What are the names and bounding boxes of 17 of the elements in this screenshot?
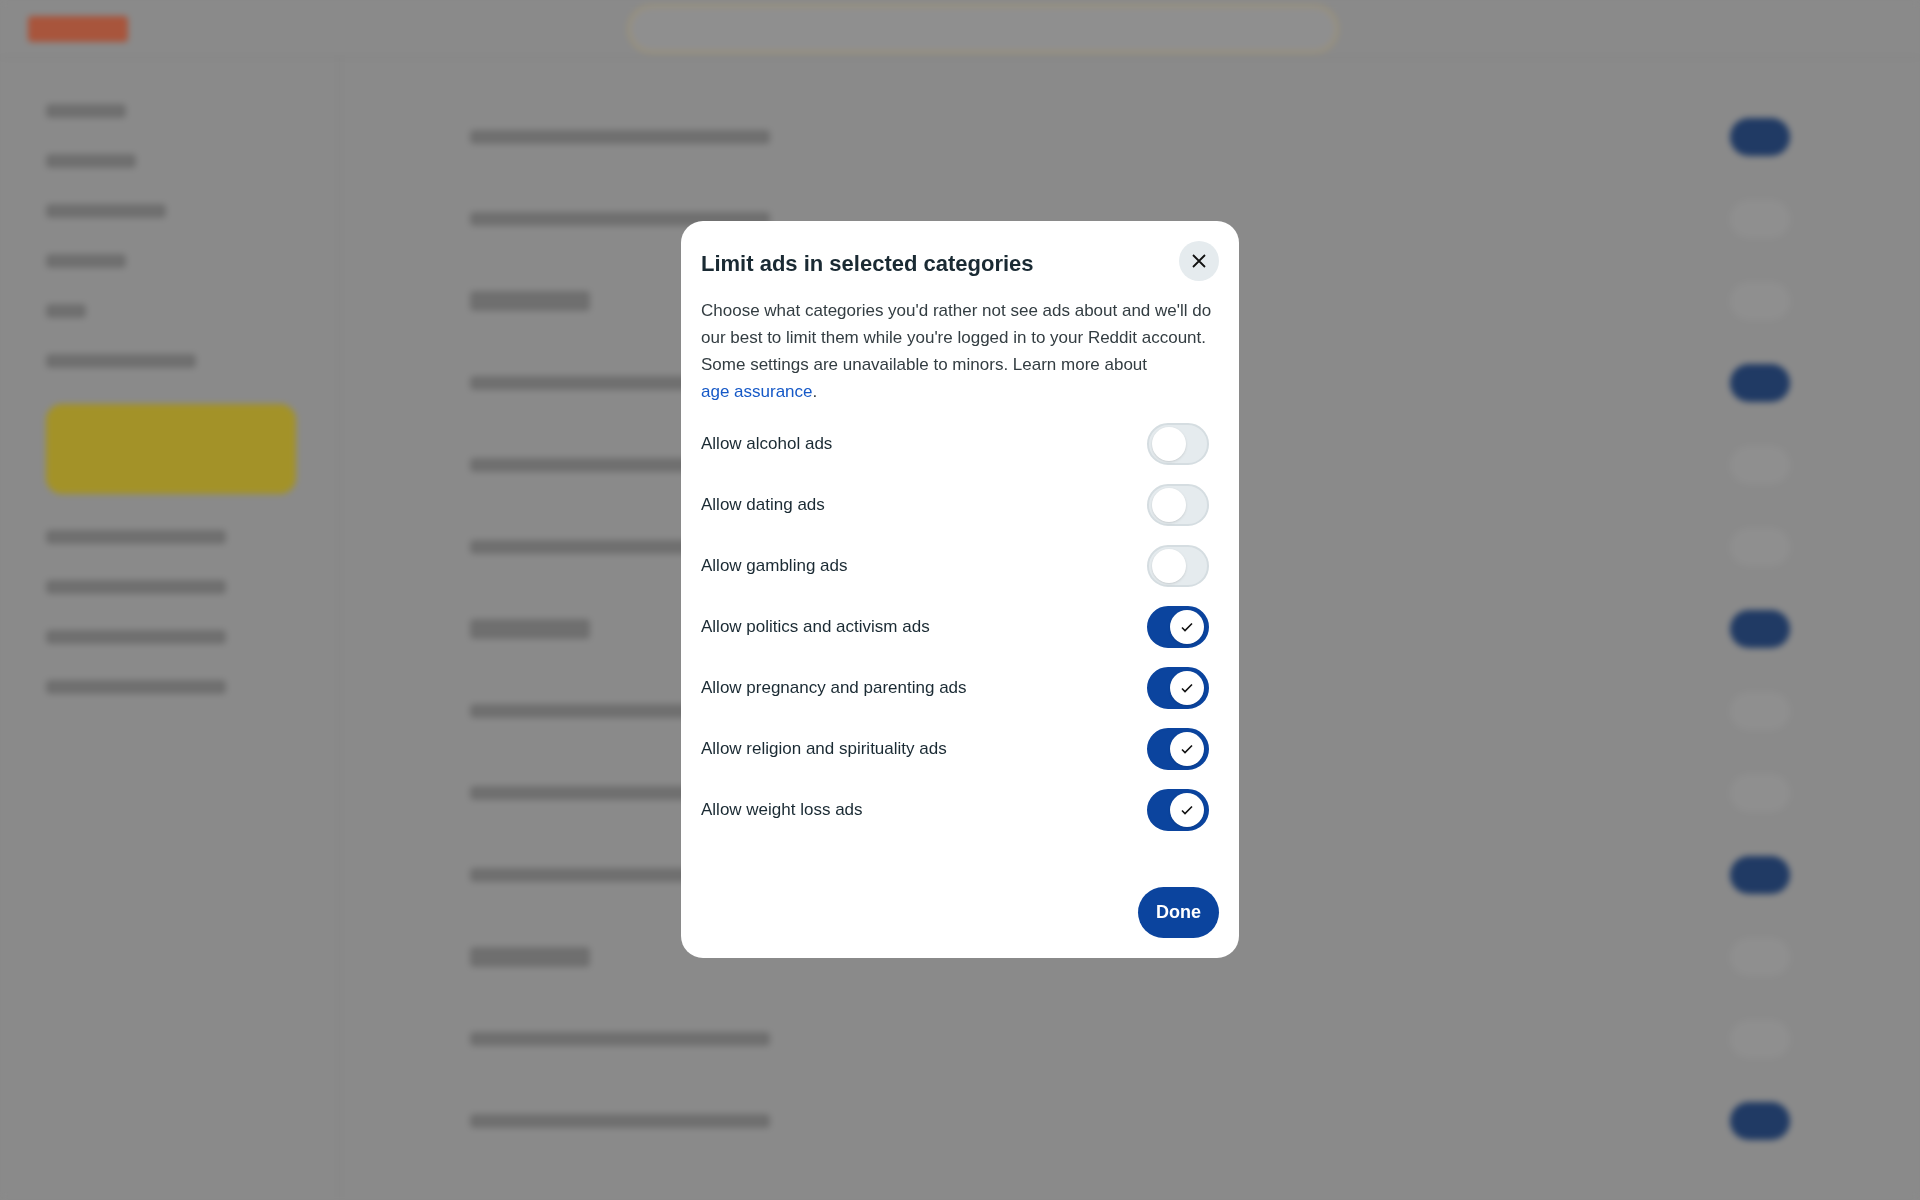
- close-button[interactable]: [1179, 241, 1219, 281]
- option-label: Allow alcohol ads: [701, 433, 833, 456]
- toggle-switch[interactable]: [1147, 789, 1209, 831]
- age-assurance-link[interactable]: age assurance: [701, 382, 813, 401]
- option-label: Allow gambling ads: [701, 555, 848, 578]
- done-button[interactable]: Done: [1138, 887, 1219, 938]
- dialog-description: Choose what categories you'd rather not see ads about and we'll do our best to limit them while you're logged in to your Reddit account. Some settings are unavailable to minors. Learn more about age assurance.: [701, 300, 1213, 403]
- dialog-title: Limit ads in selected categories: [701, 250, 1034, 278]
- option-label: Allow dating ads: [701, 494, 825, 517]
- option-label: Allow pregnancy and parenting ads: [701, 677, 967, 700]
- option-label: Allow politics and activism ads: [701, 616, 930, 639]
- close-icon: [1191, 253, 1207, 269]
- option-label: Allow weight loss ads: [701, 799, 863, 822]
- toggle-switch[interactable]: [1147, 606, 1209, 648]
- toggle-switch[interactable]: [1147, 728, 1209, 770]
- option-label: Allow religion and spirituality ads: [701, 738, 947, 761]
- toggle-switch[interactable]: [1147, 667, 1209, 709]
